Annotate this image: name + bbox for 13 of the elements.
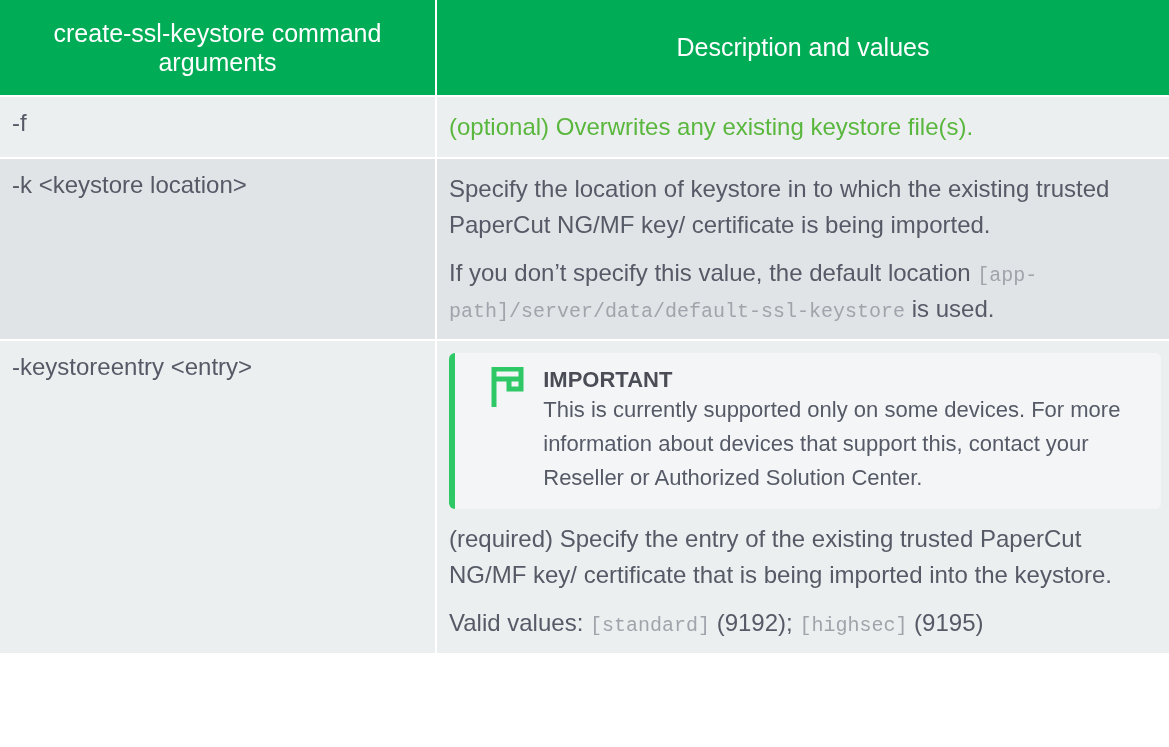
argument-cell: -f [0,97,435,157]
description-text: Specify the location of keystore in to which the existing trusted PaperCut NG/MF key/ certificate is being imported. [449,174,1111,240]
description-text: (required) Specify the entry of the existing trusted PaperCut NG/MF key/ certificate that is being imported into the keystore. [449,524,1113,591]
description-text: (optional) Overwrites any existing keystore file(s). [449,112,975,142]
flag-icon [491,367,527,407]
description-text: If you don’t specify this value, the default location [app-path]/server/data/default-ssl-keystore is used. [449,258,1039,325]
argument-cell: -k <keystore location> [0,159,435,339]
column-header: Description and values [437,0,1169,95]
argument-cell: -keystoreentry <entry> [0,341,435,654]
callout-text: This is currently supported only on some devices. For more information about devices that support this, contact your Reseller or Authorized Solution Center. [543,396,1122,493]
column-header: create-ssl-keystore command arguments [0,0,435,95]
description-text: Valid values: [standard] (9192); [highsec] (9195) [449,608,985,640]
callout-title: IMPORTANT [543,367,674,393]
